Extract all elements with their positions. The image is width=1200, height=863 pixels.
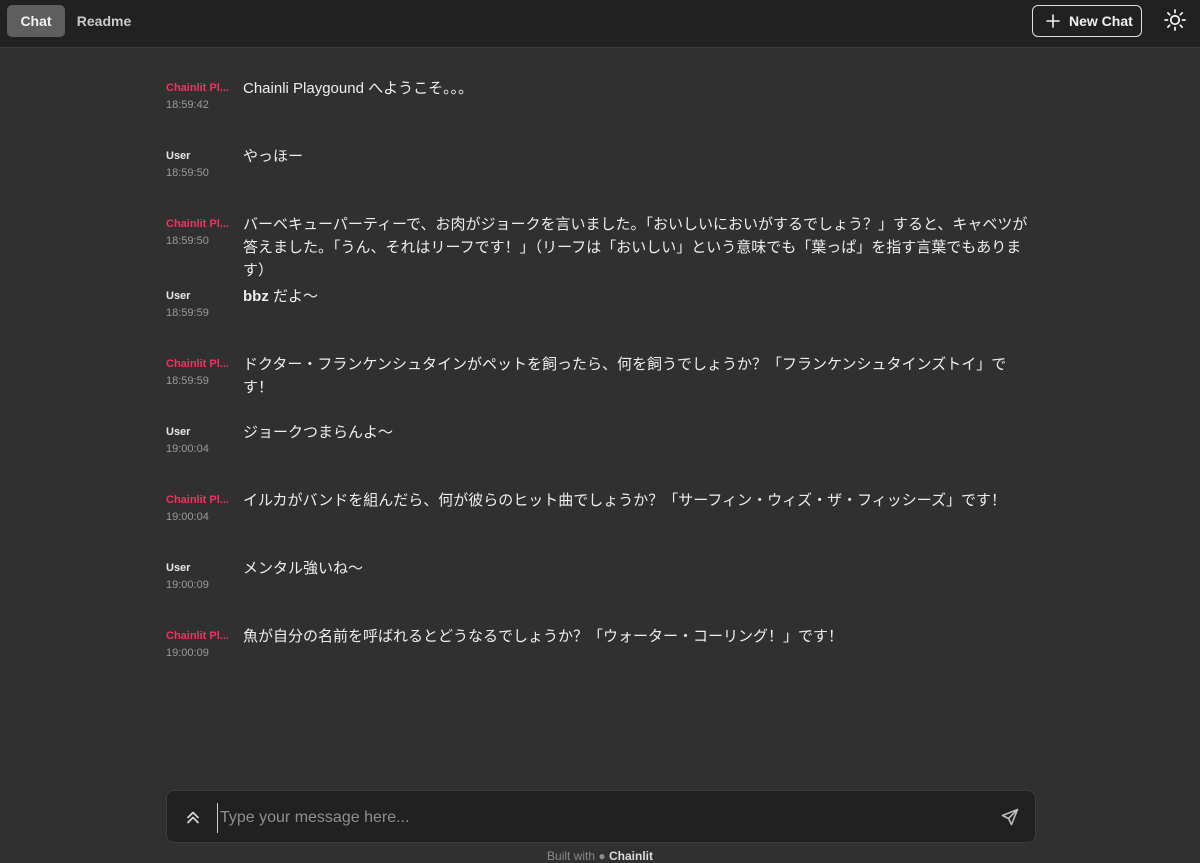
top-bar: Chat Readme New Chat (0, 0, 1200, 48)
plus-icon (1046, 14, 1060, 28)
tab-readme[interactable]: Readme (70, 5, 138, 37)
tab-chat[interactable]: Chat (7, 5, 65, 37)
message-text: Chainli Playgound へようこそ。。。 (243, 80, 474, 97)
message-text: メンタル強いね〜 (243, 560, 364, 577)
message-timestamp: 19:00:04 (166, 443, 209, 455)
message-input[interactable] (217, 803, 982, 833)
message-bold-text: bbz (243, 288, 269, 305)
message-timestamp: 19:00:04 (166, 511, 209, 523)
chainlit-logo-icon: ● (598, 849, 606, 863)
message-author: Chainlit Pl... (166, 494, 229, 506)
chevrons-up-icon[interactable] (185, 809, 201, 825)
new-chat-label: New Chat (1069, 13, 1133, 29)
message-timestamp: 18:59:59 (166, 375, 209, 387)
message-timestamp: 18:59:50 (166, 167, 209, 179)
message-author: User (166, 290, 191, 302)
message-timestamp: 19:00:09 (166, 579, 209, 591)
message-text: やっほー (243, 148, 304, 165)
footer-prefix: Built with (547, 849, 596, 863)
message-author: Chainlit Pl... (166, 82, 229, 94)
message-timestamp: 18:59:59 (166, 307, 209, 319)
message-timestamp: 18:59:50 (166, 235, 209, 247)
message-rest-text: だよ〜 (268, 288, 318, 305)
message-timestamp: 18:59:42 (166, 99, 209, 111)
footer: Built with ● Chainlit (0, 849, 1200, 863)
message-text: イルカがバンドを組んだら、何が彼らのヒット曲でしょうか？「サーフィン・ウィズ・ザ… (243, 492, 1007, 509)
send-icon[interactable] (1001, 808, 1019, 826)
message-author: User (166, 426, 191, 438)
message-author: User (166, 562, 191, 574)
message-timestamp: 19:00:09 (166, 647, 209, 659)
message-text: ドクター・フランケンシュタインがペットを飼ったら、何を飼うでしょうか？「フランケ… (243, 356, 1007, 396)
footer-brand[interactable]: Chainlit (609, 849, 653, 863)
message-author: Chainlit Pl... (166, 218, 229, 230)
sun-icon[interactable] (1161, 6, 1189, 34)
message-text: バーベキューパーティーで、お肉がジョークを言いました。「おいしいにおいがするでし… (243, 216, 1028, 279)
message-composer (166, 790, 1036, 843)
message-author: Chainlit Pl... (166, 630, 229, 642)
message-text: 魚が自分の名前を呼ばれるとどうなるでしょうか？「ウォーター・コーリング！」です！ (243, 628, 844, 645)
message-author: Chainlit Pl... (166, 358, 229, 370)
message-author: User (166, 150, 191, 162)
new-chat-button[interactable]: New Chat (1032, 5, 1142, 37)
message-list: Chainlit Pl... 18:59:42 Chainli Playgoun… (0, 48, 1200, 788)
message-text: bbz だよ〜 (243, 285, 1033, 308)
message-text: ジョークつまらんよ〜 (243, 424, 394, 441)
